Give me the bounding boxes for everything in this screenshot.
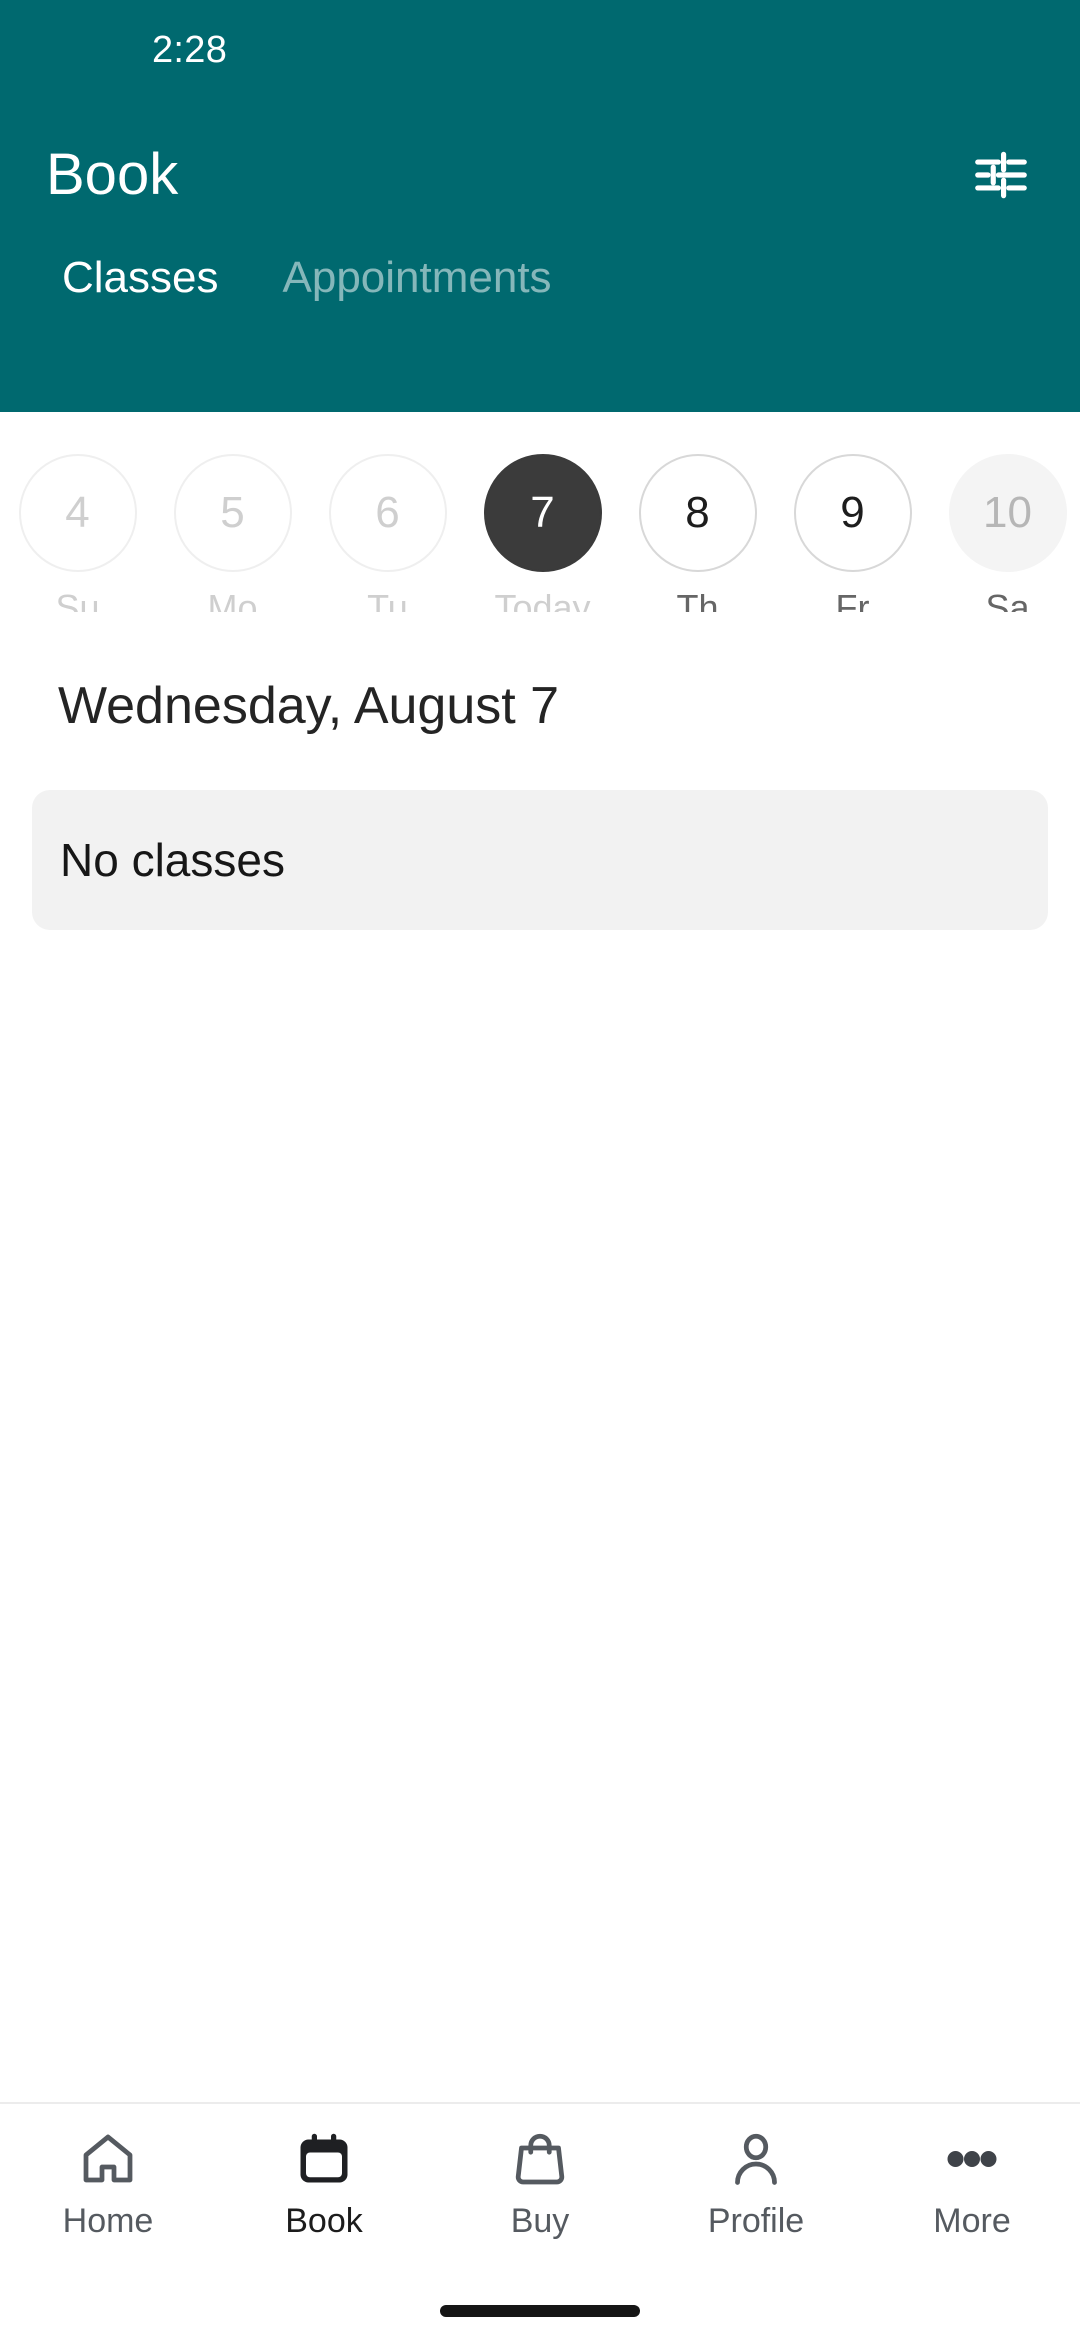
date-number: 4 [18, 454, 137, 572]
bottom-navigation: Home Book Buy Profile More [0, 2102, 1080, 2282]
status-bar-time: 2:28 [152, 29, 228, 71]
status-bar: 2:28 [0, 0, 1080, 100]
date-weekday: Today [494, 587, 591, 613]
date-picker-strip[interactable]: 4 Su 5 Mo 6 Tu 7 Today 8 Th 9 Fr 10 Sa [0, 412, 1080, 612]
nav-label-home: Home [62, 2202, 154, 2240]
app-bar: Book [0, 100, 1080, 250]
no-classes-card: No classes [32, 790, 1048, 930]
date-weekday: Th [676, 587, 719, 613]
date-number: 9 [793, 454, 912, 572]
date-weekday: Su [55, 587, 100, 613]
main-content: Wednesday, August 7 No classes [0, 612, 1080, 2102]
date-cell-7-today[interactable]: 7 Today [465, 454, 620, 612]
home-indicator[interactable] [440, 2305, 640, 2317]
nav-item-buy[interactable]: Buy [432, 2126, 648, 2238]
date-weekday: Fr [835, 587, 870, 613]
date-number: 7 [483, 454, 602, 572]
date-cell-5[interactable]: 5 Mo [155, 454, 310, 612]
date-weekday: Tu [367, 587, 408, 613]
date-cell-8[interactable]: 8 Th [620, 454, 775, 612]
tab-bar: Classes Appointments [0, 250, 1080, 370]
calendar-icon [291, 2126, 357, 2192]
date-number: 10 [948, 454, 1067, 572]
date-number: 8 [638, 454, 757, 572]
page-title: Book [46, 142, 179, 207]
app-screen: 2:28 Book Classes Appointments 4 Su 5 Mo… [0, 0, 1080, 2340]
no-classes-label: No classes [60, 834, 285, 886]
home-icon [75, 2126, 141, 2192]
nav-label-more: More [933, 2202, 1011, 2240]
tab-classes[interactable]: Classes [30, 250, 251, 300]
nav-label-profile: Profile [707, 2202, 805, 2240]
date-number: 5 [173, 454, 292, 572]
date-cell-6[interactable]: 6 Tu [310, 454, 465, 612]
nav-label-book: Book [285, 2202, 363, 2240]
date-number: 6 [328, 454, 447, 572]
nav-item-more[interactable]: More [864, 2126, 1080, 2238]
app-header: 2:28 Book Classes Appointments [0, 0, 1080, 412]
nav-item-book[interactable]: Book [216, 2126, 432, 2238]
date-cell-10[interactable]: 10 Sa [930, 454, 1080, 612]
date-cell-9[interactable]: 9 Fr [775, 454, 930, 612]
date-cell-4[interactable]: 4 Su [0, 454, 155, 612]
selected-date-heading: Wednesday, August 7 [58, 677, 560, 735]
bag-icon [507, 2126, 573, 2192]
ellipsis-icon [939, 2126, 1005, 2192]
tab-appointments[interactable]: Appointments [251, 250, 584, 300]
date-weekday: Sa [985, 587, 1030, 613]
date-weekday: Mo [207, 587, 258, 613]
nav-item-home[interactable]: Home [0, 2126, 216, 2238]
person-icon [723, 2126, 789, 2192]
nav-item-profile[interactable]: Profile [648, 2126, 864, 2238]
tune-icon[interactable] [970, 144, 1032, 206]
home-indicator-area [0, 2282, 1080, 2340]
nav-label-buy: Buy [510, 2202, 570, 2240]
